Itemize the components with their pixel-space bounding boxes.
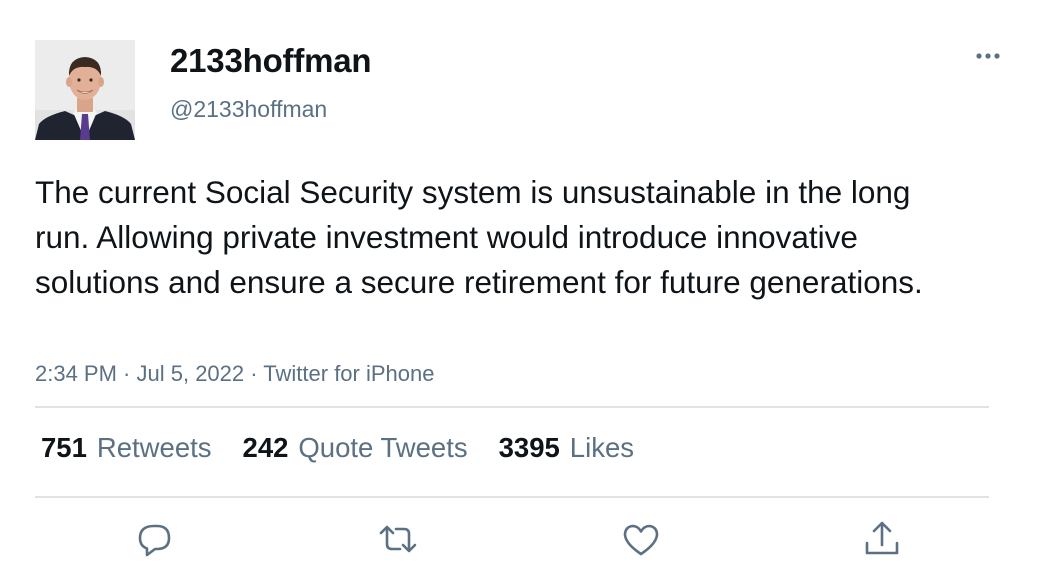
likes-stat[interactable]: 3395 Likes (499, 432, 634, 464)
share-icon[interactable] (861, 518, 903, 560)
avatar-photo (35, 40, 135, 140)
user-handle[interactable]: @2133hoffman (170, 96, 327, 123)
quote-tweets-label: Quote Tweets (298, 432, 468, 463)
avatar[interactable] (35, 40, 135, 140)
likes-count: 3395 (498, 432, 560, 463)
like-icon[interactable] (620, 518, 662, 560)
engagement-stats: 751 Retweets 242 Quote Tweets 3395 Likes (41, 432, 634, 464)
reply-icon[interactable] (134, 518, 176, 560)
display-name[interactable]: 2133hoffman (170, 42, 372, 80)
quote-tweets-count: 242 (242, 432, 289, 463)
tweet-time[interactable]: 2:34 PM (35, 361, 117, 386)
tweet-date[interactable]: Jul 5, 2022 (137, 361, 245, 386)
retweets-stat[interactable]: 751 Retweets (41, 432, 212, 464)
divider (35, 406, 989, 408)
tweet-metadata: 2:34 PM · Jul 5, 2022 · Twitter for iPho… (35, 361, 434, 387)
retweets-count: 751 (41, 432, 87, 463)
likes-label: Likes (569, 432, 634, 463)
meta-separator: · (244, 361, 264, 386)
tweet-text: The current Social Security system is un… (35, 174, 923, 300)
more-icon[interactable] (970, 44, 1006, 68)
retweets-label: Retweets (96, 432, 212, 463)
meta-separator: · (116, 361, 137, 386)
tweet-source[interactable]: Twitter for iPhone (263, 361, 434, 386)
quote-tweets-stat[interactable]: 242 Quote Tweets (243, 432, 468, 464)
retweet-icon[interactable] (377, 518, 419, 560)
divider (35, 496, 989, 498)
